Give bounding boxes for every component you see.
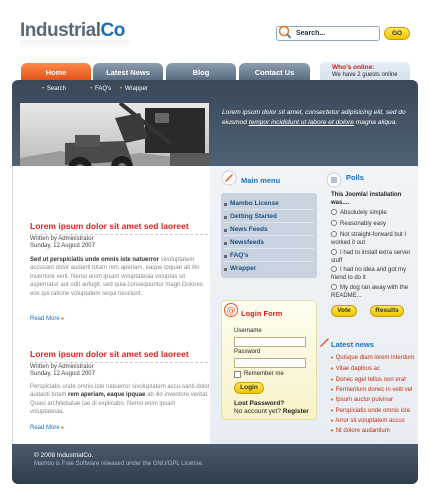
poll-option[interactable]: I had to install extra server stuff [331,249,411,265]
password-label: Password [234,349,261,355]
main-menu-title: Main menu [241,176,281,185]
divider [224,222,314,223]
article-body-bold: rem aperiam, eaque ipquae [68,392,146,399]
vote-button[interactable]: Vote [331,305,357,317]
hero-text-2: magna aliqua. [353,119,398,126]
divider [224,209,314,210]
radio-icon[interactable] [331,231,337,237]
no-account-label: No account yet? [234,408,281,415]
article-date: Sunday, 12 August 2007 [30,371,95,377]
whos-online-text: We have 2 guests online [332,72,398,78]
bullet-icon [224,203,227,206]
subnav-search[interactable]: Search [47,86,66,92]
menu-item-newsfeeds[interactable]: Newsfeeds [230,239,264,246]
news-item[interactable]: Quisque diam lorem interdum [331,354,415,361]
bullet-icon: • [120,86,123,92]
article-title[interactable]: Lorem ipsum dolor sit amet sed laoreet [30,221,214,231]
article-body: Sed ut perspiciatis unde omnis iste natu… [30,256,210,298]
register-link[interactable]: Register [283,408,309,415]
search-input[interactable] [296,28,376,39]
search-icon [278,25,292,39]
article-body-bold: Sed ut perspiciatis unde omnis iste natu… [30,257,160,263]
poll-option-label: Absolutely simple [340,210,387,216]
news-item[interactable]: Arror sit voluptatem accus [331,417,404,424]
radio-icon[interactable] [331,249,337,255]
bullet-icon [224,229,227,232]
remember-me-label: Remember me [244,371,284,377]
news-item[interactable]: Perspiciatis unde omnis iste [331,407,410,414]
at-sign-icon: @ [224,303,238,317]
divider [224,248,314,249]
news-item[interactable]: Nt dolore audantium [331,427,390,434]
whos-online-title: Who's online: [332,64,375,71]
menu-item-news-feeds[interactable]: News Feeds [230,226,268,233]
bullet-icon [224,216,227,219]
logo-part-1: Industrial [20,20,101,41]
logo-reflection [20,40,130,48]
latest-news-title: Latest news [331,340,374,349]
poll-option[interactable]: Absolutely simple [331,209,411,218]
polls-title: Polls [346,173,364,182]
menu-item-faqs[interactable]: FAQ's [230,252,249,259]
news-icon [320,338,329,347]
poll-option[interactable]: My dog ran away with the README... [331,284,411,300]
bullet-icon: • [90,86,93,92]
radio-icon[interactable] [331,266,337,272]
results-button[interactable]: Results [370,305,404,317]
no-account-text: No account yet? Register [234,408,309,415]
menu-item-getting-started[interactable]: Getting Started [230,213,277,220]
news-item[interactable]: Vitae dapibus ac [331,365,380,372]
login-button[interactable]: Login [234,382,264,394]
radio-icon[interactable] [331,209,337,215]
site-logo[interactable]: IndustrialCo [20,20,125,42]
poll-option-label: Not straight-forward but I worked it out [331,232,407,246]
username-label: Username [234,328,262,334]
svg-text:@: @ [227,306,236,316]
main-menu-header: Main menu [221,168,317,190]
article-body: Perspiciatis unde omnis iste natuerror s… [30,383,210,417]
bullet-icon [224,255,227,258]
poll-option-label: I had no idea and got my friend to do it [331,267,407,281]
login-title: Login Form [241,309,283,318]
divider [224,235,314,236]
go-button[interactable]: GO [384,27,410,40]
poll-question: This Joomla! installation was.... [331,192,402,206]
poll-option-label: Reasonably easy [340,221,387,227]
article-title[interactable]: Lorem ipsum dolor sit amet sed laoreet [30,349,214,359]
divider [224,261,314,262]
password-field[interactable] [234,358,306,368]
news-item[interactable]: Donec eget tellus non erat [331,376,406,383]
read-more-link[interactable]: Read More [30,315,64,322]
username-field[interactable] [234,337,306,347]
poll-icon [326,172,342,188]
poll-option[interactable]: I had no idea and got my friend to do it [331,266,411,282]
logo-part-2: Co [100,20,126,41]
bullet-icon: • [42,86,45,92]
menu-icon [221,170,237,186]
bullet-icon [224,268,227,271]
news-item[interactable]: Fermentum donec in velit vel [331,386,413,393]
radio-icon[interactable] [331,284,337,290]
poll-option-label: My dog ran away with the README... [331,285,409,299]
sub-navigation: • Search • FAQ's • Wrapper [12,83,418,97]
radio-icon[interactable] [331,220,337,226]
hero-text: Lorem ipsum dolor sit amet, consectetur … [222,108,410,128]
subnav-wrapper[interactable]: Wrapper [125,86,148,92]
menu-item-mambo-license[interactable]: Mambo License [230,200,279,207]
poll-option-label: I had to install extra server stuff [331,250,411,264]
poll-option[interactable]: Reasonably easy [331,220,411,229]
bullet-icon [224,242,227,245]
footer-license: Mambo is Free Software released under th… [34,461,204,467]
read-more-link[interactable]: Read More [30,424,64,431]
footer-copyright: © 2008 IndustrialCo. [34,452,94,459]
hero-link[interactable]: tempor incididunt ut labore et dolore [249,119,354,126]
article-date: Sunday, 12 August 2007 [30,243,95,249]
news-item[interactable]: Ipsum auctor pulvinar [331,396,393,403]
poll-option[interactable]: Not straight-forward but I worked it out [331,231,411,247]
subnav-faqs[interactable]: FAQ's [95,86,111,92]
remember-me-checkbox[interactable] [234,371,241,378]
lost-password-link[interactable]: Lost Password? [234,400,284,407]
menu-item-wrapper[interactable]: Wrapper [230,265,256,272]
